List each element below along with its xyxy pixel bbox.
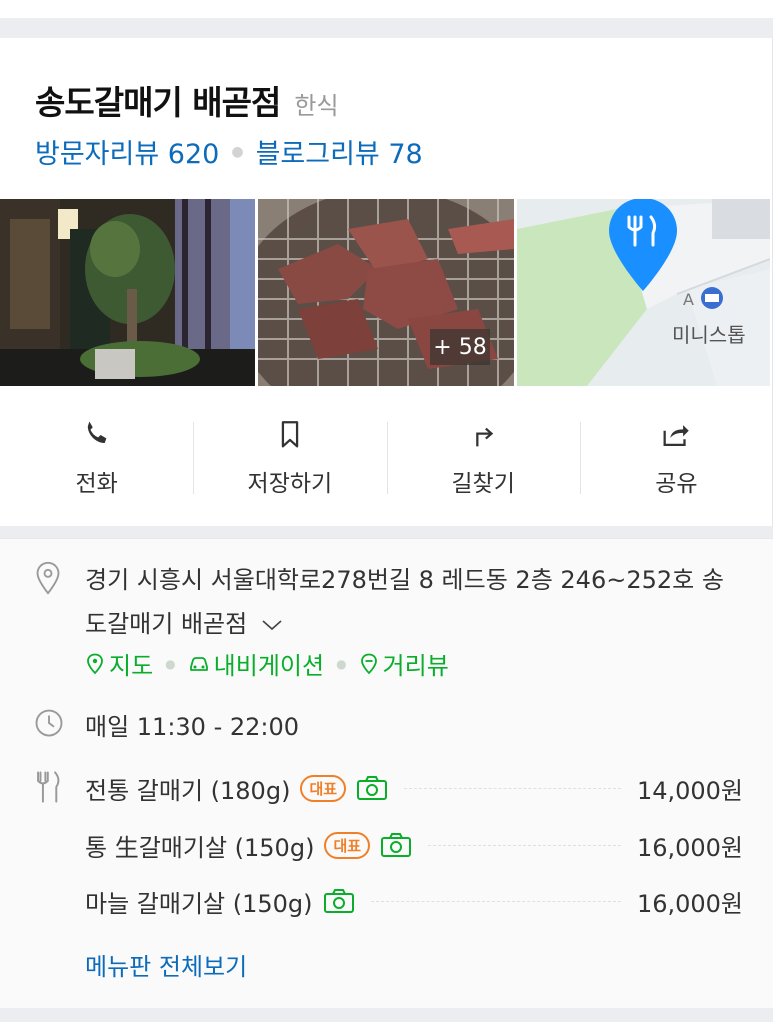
share-icon <box>663 425 690 447</box>
place-name: 송도갈매기 배곧점 <box>35 83 281 122</box>
map-poi-label: 미니스톱 <box>672 323 746 347</box>
directions-icon <box>476 427 494 447</box>
address-links: 지도 ● 내비게이션 ● 거리뷰 <box>85 646 449 681</box>
menu-item-name: 전통 갈매기 (180g) <box>85 776 291 805</box>
menu-item[interactable]: 전통 갈매기 (180g) 대표 14,000원 <box>85 768 743 808</box>
place-header: 송도갈매기 배곧점 한식 <box>35 76 339 124</box>
address-text: 경기 시흥시 서울대학로278번길 8 레드동 2층 246~252호 송도갈매… <box>85 566 724 638</box>
separator-dot: ● <box>231 143 244 160</box>
convenience-store-icon <box>701 287 723 309</box>
menu-item[interactable]: 마늘 갈매기살 (150g) 16,000원 <box>85 881 743 921</box>
signature-badge: 대표 <box>324 831 371 859</box>
phone-icon <box>87 421 106 443</box>
price-leader <box>404 787 621 789</box>
streetview-link-label: 거리뷰 <box>382 652 449 680</box>
blog-review-count: 78 <box>388 139 423 170</box>
directions-label: 길찾기 <box>451 471 515 497</box>
camera-icon[interactable] <box>356 775 388 801</box>
navigation-link[interactable]: 내비게이션 <box>188 646 324 681</box>
menu-item-price: 14,000원 <box>636 776 743 805</box>
interior-photo-image <box>0 199 255 386</box>
directions-button[interactable]: 길찾기 <box>386 410 580 500</box>
map-pin-small-icon <box>87 653 103 674</box>
previous-card <box>0 0 773 18</box>
review-counts: 방문자리뷰 620 ● 블로그리뷰 78 <box>35 132 423 171</box>
next-card <box>0 1022 773 1033</box>
chevron-down-icon[interactable] <box>261 618 283 632</box>
price-leader <box>370 900 621 902</box>
menu-item-name: 통 生갈매기살 (150g) <box>85 833 315 862</box>
streetview-link[interactable]: 거리뷰 <box>359 646 449 681</box>
action-bar: 전화 저장하기 길찾기 공유 <box>0 410 773 500</box>
menu-item-price: 16,000원 <box>636 889 743 918</box>
photo-strip: + 58 A 미니스톱 <box>0 199 773 386</box>
map-link[interactable]: 지도 <box>85 646 153 681</box>
streetview-icon <box>360 653 377 674</box>
call-label: 전화 <box>75 471 118 497</box>
navigation-link-label: 내비게이션 <box>213 652 325 680</box>
price-leader <box>428 844 621 846</box>
more-photos-count[interactable]: + 58 <box>430 329 490 365</box>
clock-icon <box>35 709 63 737</box>
visitor-review-count: 620 <box>167 139 220 170</box>
share-label: 공유 <box>655 471 698 497</box>
separator-dot: ● <box>336 656 347 671</box>
map-marker-letter: A <box>683 290 694 309</box>
view-full-menu-link[interactable]: 메뉴판 전체보기 <box>85 947 247 982</box>
photo-interior[interactable] <box>0 199 255 386</box>
map-link-label: 지도 <box>109 652 154 680</box>
save-label: 저장하기 <box>247 471 333 497</box>
save-button[interactable]: 저장하기 <box>193 410 386 500</box>
map-pin-icon <box>609 199 677 291</box>
blog-review-label: 블로그리뷰 <box>255 139 380 170</box>
menu-item-name: 마늘 갈매기살 (150g) <box>85 889 313 918</box>
business-hours: 매일 11:30 - 22:00 <box>85 713 300 741</box>
camera-icon[interactable] <box>323 888 355 914</box>
fork-knife-icon <box>37 771 60 803</box>
visitor-review-link[interactable]: 방문자리뷰 620 <box>35 132 219 171</box>
separator-dot: ● <box>165 656 176 671</box>
share-button[interactable]: 공유 <box>579 410 773 500</box>
bookmark-icon <box>281 421 299 448</box>
photo-food[interactable]: + 58 <box>258 199 514 386</box>
map-preview[interactable]: A 미니스톱 <box>517 199 770 386</box>
car-icon <box>189 656 208 671</box>
blog-review-link[interactable]: 블로그리뷰 78 <box>256 132 423 171</box>
menu-item[interactable]: 통 生갈매기살 (150g) 대표 16,000원 <box>85 825 743 865</box>
address-row: 경기 시흥시 서울대학로278번길 8 레드동 2층 246~252호 송도갈매… <box>85 558 745 646</box>
visitor-review-label: 방문자리뷰 <box>35 139 160 170</box>
signature-badge: 대표 <box>300 774 347 802</box>
call-button[interactable]: 전화 <box>0 410 193 500</box>
menu-item-price: 16,000원 <box>636 833 743 862</box>
place-category: 한식 <box>294 92 339 120</box>
camera-icon[interactable] <box>380 832 412 858</box>
location-pin-icon <box>36 561 60 595</box>
